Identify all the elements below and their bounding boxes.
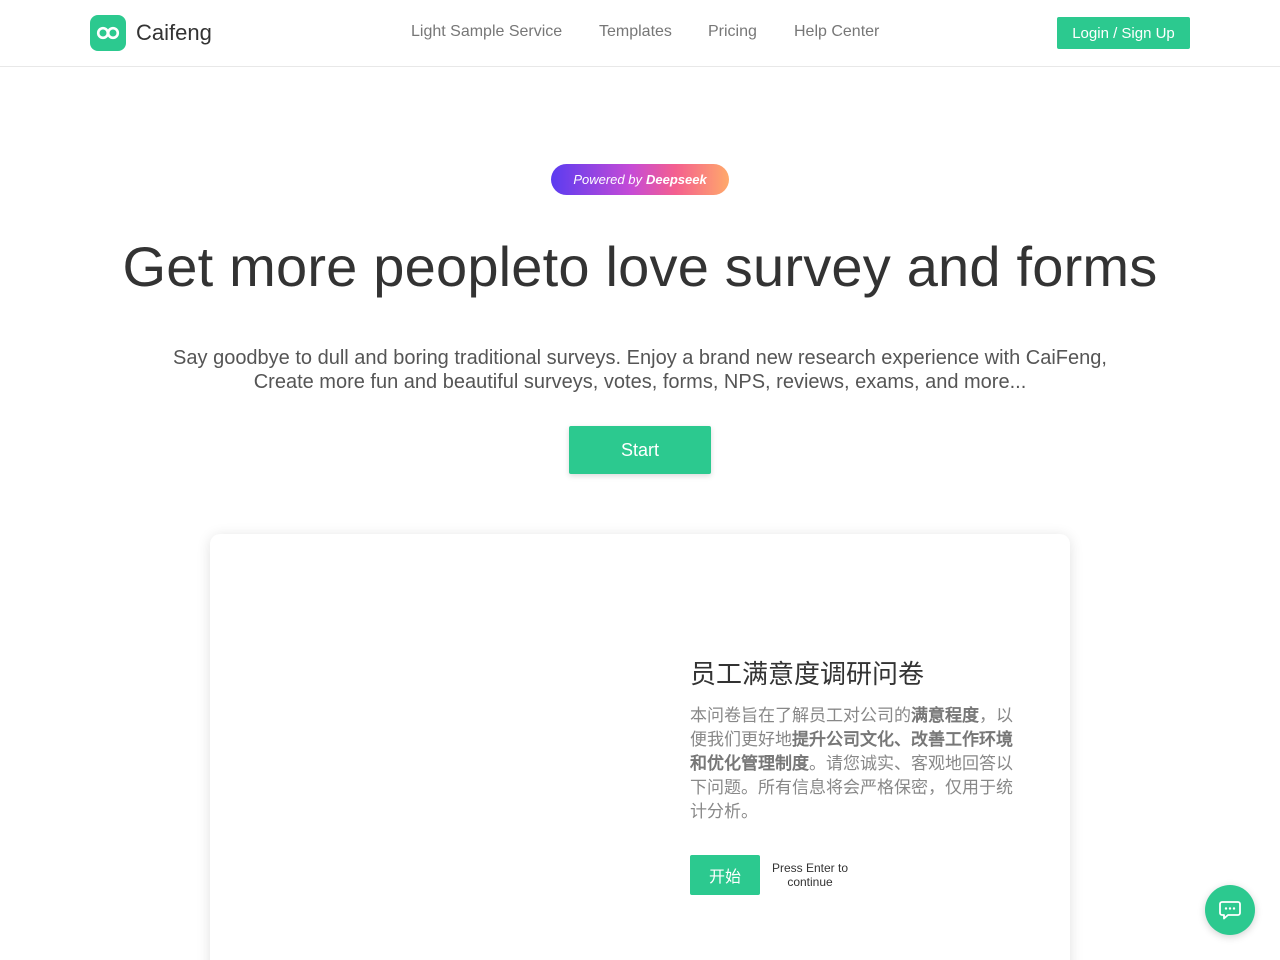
powered-by-badge: Powered by Deepseek bbox=[551, 164, 729, 195]
badge-prefix: Powered by bbox=[573, 172, 642, 187]
desc-bold-text: 满意程度 bbox=[911, 706, 979, 726]
nav-pricing[interactable]: Pricing bbox=[708, 23, 757, 41]
login-signup-button[interactable]: Login / Sign Up bbox=[1057, 17, 1190, 49]
brand[interactable]: Caifeng bbox=[90, 15, 212, 51]
brand-name: Caifeng bbox=[136, 20, 212, 45]
desc-text: 本问卷旨在了解员工对公司的 bbox=[690, 706, 911, 726]
survey-description: 本问卷旨在了解员工对公司的满意程度，以便我们更好地提升公司文化、改善工作环境和优… bbox=[690, 704, 1016, 824]
infinity-icon bbox=[90, 15, 126, 51]
chat-support-button[interactable] bbox=[1205, 885, 1255, 935]
press-enter-hint: Press Enter to continue bbox=[771, 861, 849, 889]
badge-brand: Deepseek bbox=[645, 172, 707, 187]
start-button[interactable]: Start bbox=[569, 426, 711, 474]
nav-light-sample-service[interactable]: Light Sample Service bbox=[411, 23, 562, 41]
top-navbar: Caifeng Light Sample Service Templates P… bbox=[0, 0, 1280, 67]
chat-bubble-icon bbox=[1219, 901, 1241, 920]
hero-subtitle-line: Create more fun and beautiful surveys, v… bbox=[253, 371, 1027, 393]
begin-survey-button[interactable]: 开始 bbox=[690, 855, 760, 895]
hero-subtitle-line: Say goodbye to dull and boring tradition… bbox=[173, 347, 1107, 369]
nav-help-center[interactable]: Help Center bbox=[794, 23, 879, 41]
hero-title: Get more peopleto love survey and forms bbox=[122, 235, 1158, 298]
survey-title: 员工满意度调研问卷 bbox=[690, 660, 925, 690]
hero-subtitle: Say goodbye to dull and boring tradition… bbox=[0, 346, 1280, 394]
nav-templates[interactable]: Templates bbox=[599, 23, 672, 41]
survey-preview-card: 员工满意度调研问卷 本问卷旨在了解员工对公司的满意程度，以便我们更好地提升公司文… bbox=[210, 534, 1070, 960]
